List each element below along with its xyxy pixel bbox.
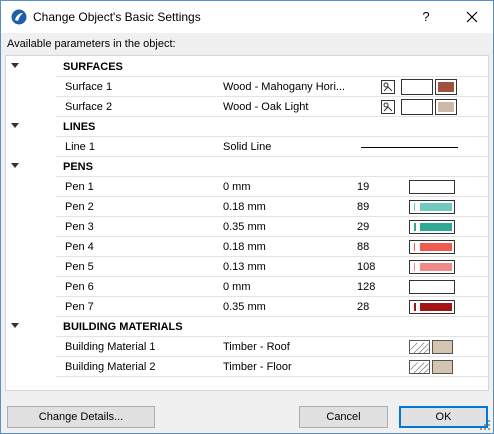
pen-color-swatch[interactable] [409, 220, 455, 234]
surface-color-fill [438, 102, 454, 112]
list-item-pen-5[interactable]: Pen 5 0.13 mm 108 [6, 257, 488, 277]
param-name: Building Material 1 [65, 341, 156, 353]
resize-grip-icon[interactable] [480, 420, 490, 430]
pen-color-bar [420, 203, 452, 211]
pen-tick [414, 203, 415, 211]
change-object-settings-dialog: Change Object's Basic Settings ? Availab… [0, 0, 494, 434]
surface-preview-empty [401, 99, 433, 115]
param-name: Pen 4 [65, 241, 94, 253]
group-header-pens[interactable]: PENS [6, 157, 488, 177]
pen-tick [414, 303, 416, 311]
pen-number: 108 [357, 261, 376, 273]
pen-tick [414, 243, 415, 251]
pen-number: 29 [357, 221, 370, 233]
ok-button[interactable]: OK [399, 406, 488, 428]
pen-number: 28 [357, 301, 370, 313]
param-value[interactable]: Timber - Roof [223, 341, 290, 353]
collapse-caret-icon[interactable] [11, 63, 19, 68]
pen-tick [414, 223, 416, 231]
surface-catalog-icon[interactable] [381, 80, 395, 94]
group-header-surfaces[interactable]: SURFACES [6, 57, 488, 77]
collapse-caret-icon[interactable] [11, 123, 19, 128]
param-name: Pen 3 [65, 221, 94, 233]
param-name: Pen 5 [65, 261, 94, 273]
param-value[interactable]: Wood - Mahogany Hori... [223, 81, 345, 93]
pen-color-bar [420, 263, 452, 271]
surface-catalog-icon[interactable] [381, 100, 395, 114]
pen-number: 128 [357, 281, 376, 293]
pen-weight: 0.35 mm [223, 221, 266, 233]
param-name: Surface 1 [65, 81, 113, 93]
pen-weight: 0.18 mm [223, 241, 266, 253]
pen-color-swatch[interactable] [409, 280, 455, 294]
param-name: Pen 1 [65, 181, 94, 193]
pen-number: 88 [357, 241, 370, 253]
pen-number: 89 [357, 201, 370, 213]
list-item-building-material-2[interactable]: Building Material 2 Timber - Floor [6, 357, 488, 377]
title-bar: Change Object's Basic Settings ? [1, 1, 493, 33]
pen-color-swatch[interactable] [409, 200, 455, 214]
pen-color-bar [420, 243, 452, 251]
list-item-building-material-1[interactable]: Building Material 1 Timber - Roof [6, 337, 488, 357]
surface-color-swatch[interactable] [435, 99, 457, 115]
collapse-caret-icon[interactable] [11, 323, 19, 328]
pen-color-bar [420, 303, 452, 311]
surface-preview-empty [401, 79, 433, 95]
group-title: PENS [63, 161, 93, 173]
hatch-pattern-icon[interactable] [409, 360, 430, 374]
pen-weight: 0.13 mm [223, 261, 266, 273]
list-item-pen-4[interactable]: Pen 4 0.18 mm 88 [6, 237, 488, 257]
param-name: Surface 2 [65, 101, 113, 113]
change-details-button[interactable]: Change Details... [7, 406, 155, 428]
archicad-app-icon [11, 9, 27, 25]
surface-color-fill [438, 82, 454, 92]
pen-color-bar [420, 223, 452, 231]
pen-color-swatch[interactable] [409, 240, 455, 254]
pen-number: 19 [357, 181, 370, 193]
list-item-pen-3[interactable]: Pen 3 0.35 mm 29 [6, 217, 488, 237]
collapse-caret-icon[interactable] [11, 163, 19, 168]
parameters-list[interactable]: SURFACES Surface 1 Wood - Mahogany Hori.… [5, 55, 489, 391]
pen-color-swatch[interactable] [409, 300, 455, 314]
list-item-surface-2[interactable]: Surface 2 Wood - Oak Light [6, 97, 488, 117]
param-value[interactable]: Timber - Floor [223, 361, 292, 373]
pen-tick [414, 263, 415, 271]
list-item-pen-1[interactable]: Pen 1 0 mm 19 [6, 177, 488, 197]
window-title: Change Object's Basic Settings [33, 10, 201, 24]
help-button[interactable]: ? [411, 4, 441, 30]
param-name: Pen 7 [65, 301, 94, 313]
hatch-pattern-icon[interactable] [409, 340, 430, 354]
material-color-swatch[interactable] [432, 340, 453, 354]
group-header-lines[interactable]: LINES [6, 117, 488, 137]
surface-color-swatch[interactable] [435, 79, 457, 95]
group-header-building-materials[interactable]: BUILDING MATERIALS [6, 317, 488, 337]
pen-weight: 0.18 mm [223, 201, 266, 213]
list-item-pen-2[interactable]: Pen 2 0.18 mm 89 [6, 197, 488, 217]
list-item-pen-6[interactable]: Pen 6 0 mm 128 [6, 277, 488, 297]
param-name: Pen 2 [65, 201, 94, 213]
group-title: SURFACES [63, 61, 123, 73]
cancel-button[interactable]: Cancel [299, 406, 388, 428]
param-name: Building Material 2 [65, 361, 156, 373]
param-value[interactable]: Solid Line [223, 141, 271, 153]
available-parameters-label: Available parameters in the object: [7, 38, 176, 50]
list-item-surface-1[interactable]: Surface 1 Wood - Mahogany Hori... [6, 77, 488, 97]
param-value[interactable]: Wood - Oak Light [223, 101, 308, 113]
close-icon[interactable] [457, 4, 487, 30]
param-name: Line 1 [65, 141, 95, 153]
pen-weight: 0 mm [223, 181, 251, 193]
pen-color-swatch[interactable] [409, 260, 455, 274]
pen-weight: 0.35 mm [223, 301, 266, 313]
list-item-pen-7[interactable]: Pen 7 0.35 mm 28 [6, 297, 488, 317]
pen-color-swatch[interactable] [409, 180, 455, 194]
material-color-swatch[interactable] [432, 360, 453, 374]
list-item-line-1[interactable]: Line 1 Solid Line [6, 137, 488, 157]
line-type-preview[interactable] [361, 147, 458, 148]
param-name: Pen 6 [65, 281, 94, 293]
group-title: LINES [63, 121, 96, 133]
pen-weight: 0 mm [223, 281, 251, 293]
group-title: BUILDING MATERIALS [63, 321, 183, 333]
